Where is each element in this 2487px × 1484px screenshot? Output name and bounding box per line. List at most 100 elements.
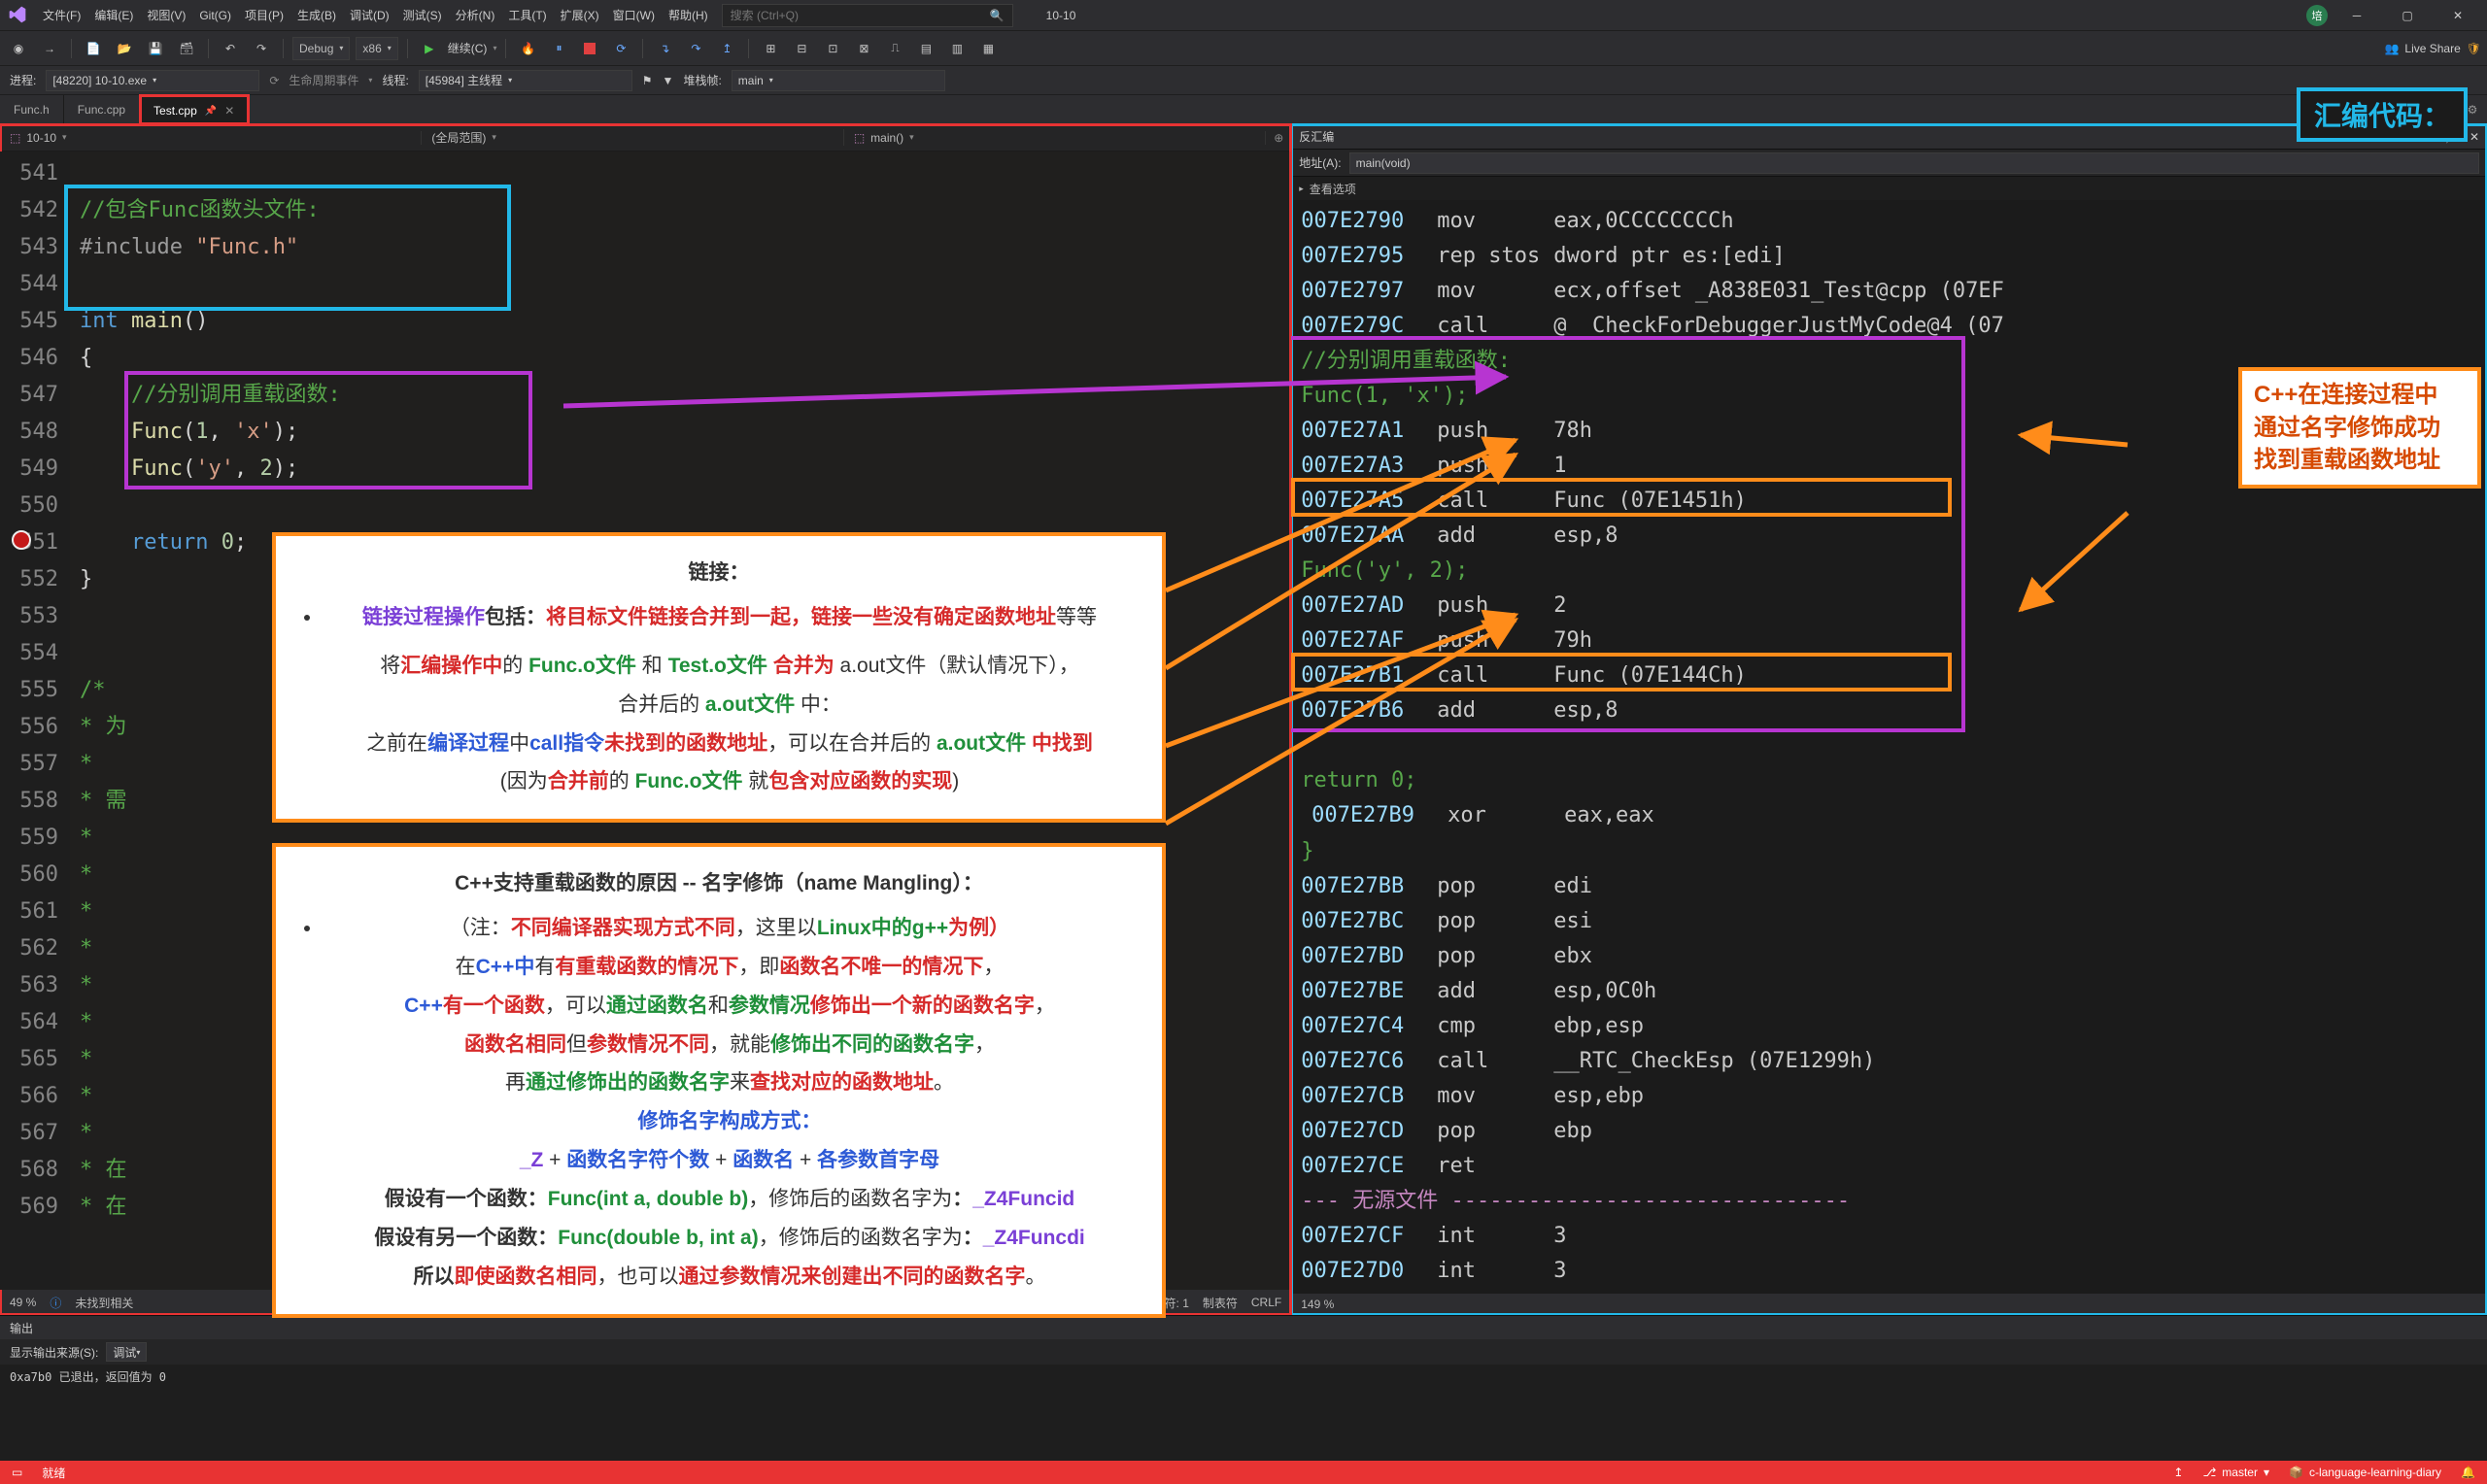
tb-icon-b[interactable]: ⊟: [789, 37, 814, 60]
panel1-title: 链接：: [301, 554, 1137, 592]
hot-reload-icon[interactable]: 🔥: [515, 37, 540, 60]
line-gutter: 5415425435445455465475485495505515525535…: [0, 152, 70, 1290]
process-label: 进程:: [10, 72, 36, 88]
nav-back-icon[interactable]: ◉: [6, 37, 31, 60]
tb-icon-h[interactable]: ▦: [975, 37, 1001, 60]
tb-icon-e[interactable]: ⎍: [882, 37, 907, 60]
menu-view[interactable]: 视图(V): [147, 7, 186, 23]
debug-location-toolbar: 进程: [48220] 10-10.exe▾ ⟳ 生命周期事件▾ 线程: [45…: [0, 66, 2487, 95]
output-title: 输出: [0, 1316, 2487, 1339]
save-icon[interactable]: 💾: [143, 37, 168, 60]
thread-label: 线程:: [382, 72, 408, 88]
saveall-icon[interactable]: 🗃: [174, 37, 199, 60]
nav-fwd-icon[interactable]: →: [37, 37, 62, 60]
step-out-icon[interactable]: ↥: [714, 37, 739, 60]
main-split: ⬚10-10▾ (全局范围)▾ ⬚main()▾ ⊕ 5415425435445…: [0, 124, 2487, 1315]
stackframe-label: 堆栈帧:: [683, 72, 721, 88]
step-over-icon[interactable]: ↷: [683, 37, 708, 60]
disasm-zoom-pct[interactable]: 149 %: [1301, 1298, 1334, 1311]
disasm-options-row[interactable]: ▸查看选项: [1291, 177, 2487, 200]
menu-project[interactable]: 项目(P): [245, 7, 284, 23]
menu-file[interactable]: 文件(F): [43, 7, 81, 23]
statusbar-ready: 就绪: [42, 1465, 65, 1481]
breakpoint-icon[interactable]: [12, 530, 31, 550]
new-icon[interactable]: 📄: [81, 37, 106, 60]
tab-func-cpp[interactable]: Func.cpp: [64, 95, 140, 124]
statusbar-bell-icon[interactable]: 🔔: [2461, 1466, 2475, 1479]
disasm-close-icon[interactable]: ✕: [2470, 130, 2479, 144]
menu-tools[interactable]: 工具(T): [508, 7, 546, 23]
minimize-button[interactable]: ─: [2335, 2, 2378, 29]
continue-label[interactable]: 继续(C): [448, 40, 488, 56]
play-icon[interactable]: ▶: [417, 37, 442, 60]
restart-icon[interactable]: ⟳: [608, 37, 633, 60]
issues-text: 未找到相关: [75, 1295, 133, 1311]
statusbar-branch[interactable]: ⎇ master ▾: [2202, 1466, 2269, 1479]
disasm-addr-input[interactable]: [1349, 152, 2479, 174]
tab-test-cpp[interactable]: Test.cpp📌✕: [140, 95, 249, 124]
menu-analyze[interactable]: 分析(N): [456, 7, 495, 23]
disasm-title-label: 反汇编: [1299, 128, 1334, 145]
menu-window[interactable]: 窗口(W): [613, 7, 655, 23]
output-src-label: 显示输出来源(S):: [10, 1344, 98, 1361]
liveshare-icon[interactable]: 👥: [2384, 42, 2399, 55]
output-window: 输出 显示输出来源(S): 调试▾ 0xa7b0 已退出，返回值为 0: [0, 1315, 2487, 1461]
crumb-function[interactable]: ⬚main()▾: [844, 131, 1266, 145]
assembly-label-annotation: 汇编代码：: [2297, 87, 2468, 142]
redo-icon[interactable]: ↷: [249, 37, 274, 60]
zoom-pct[interactable]: 49 %: [10, 1296, 36, 1309]
disasm-address-row: 地址(A):: [1291, 150, 2487, 177]
tb-icon-d[interactable]: ⊠: [851, 37, 876, 60]
menu-git[interactable]: Git(G): [199, 9, 231, 22]
menu-extensions[interactable]: 扩展(X): [561, 7, 599, 23]
thread-combo[interactable]: [45984] 主线程▾: [419, 70, 632, 91]
menu-debug[interactable]: 调试(D): [350, 7, 390, 23]
output-source-row: 显示输出来源(S): 调试▾: [0, 1339, 2487, 1365]
crumb-project[interactable]: ⬚10-10▾: [0, 131, 422, 145]
tab-func-h[interactable]: Func.h: [0, 95, 64, 124]
search-box[interactable]: 🔍: [722, 4, 1013, 27]
flag-icon[interactable]: ⚑: [642, 74, 653, 87]
process-combo[interactable]: [48220] 10-10.exe▾: [46, 70, 259, 91]
filter-icon[interactable]: ▼: [663, 74, 674, 87]
maximize-button[interactable]: ▢: [2386, 2, 2429, 29]
liveshare-label[interactable]: Live Share: [2404, 42, 2460, 55]
tb-icon-a[interactable]: ⊞: [758, 37, 783, 60]
config-combo[interactable]: Debug▾: [292, 37, 350, 60]
output-text[interactable]: 0xa7b0 已退出，返回值为 0: [0, 1365, 2487, 1461]
disassembly-pane: 反汇编 ▾ 📌 ✕ 地址(A): ▸查看选项 007E2790moveax,0C…: [1291, 124, 2487, 1315]
platform-combo[interactable]: x86▾: [356, 37, 397, 60]
annotation-linking-panel: 链接： 链接过程操作包括：将目标文件链接合并到一起，链接一些没有确定函数地址等等…: [272, 532, 1166, 823]
annotation-mangling-panel: C++支持重载函数的原因 -- 名字修饰（name Mangling）： （注：…: [272, 843, 1166, 1318]
statusbar-repo[interactable]: 📦 c-language-learning-diary: [2289, 1466, 2441, 1479]
pause-icon[interactable]: ⏸: [546, 37, 571, 60]
search-icon: 🔍: [990, 9, 1005, 22]
stop-button[interactable]: [577, 37, 602, 60]
statusbar: ▭ 就绪 ↥ ⎇ master ▾ 📦 c-language-learning-…: [0, 1461, 2487, 1484]
close-button[interactable]: ✕: [2436, 2, 2479, 29]
tb-icon-c[interactable]: ⊡: [820, 37, 845, 60]
stackframe-combo[interactable]: main▾: [732, 70, 945, 91]
tb-icon-g[interactable]: ▥: [944, 37, 970, 60]
split-icon[interactable]: ⊕: [1266, 131, 1291, 145]
undo-icon[interactable]: ↶: [218, 37, 243, 60]
step-into-icon[interactable]: ↴: [652, 37, 677, 60]
eol-mode: CRLF: [1251, 1296, 1281, 1309]
user-badge[interactable]: 培: [2306, 5, 2328, 26]
output-src-combo[interactable]: 调试▾: [106, 1342, 147, 1362]
menu-help[interactable]: 帮助(H): [668, 7, 708, 23]
tb-icon-f[interactable]: ▤: [913, 37, 938, 60]
menubar: 文件(F) 编辑(E) 视图(V) Git(G) 项目(P) 生成(B) 调试(…: [0, 0, 2487, 31]
open-icon[interactable]: 📂: [112, 37, 137, 60]
statusbar-mode-icon: ▭: [12, 1466, 22, 1479]
crumb-scope[interactable]: (全局范围)▾: [422, 129, 843, 146]
search-input[interactable]: [731, 9, 990, 22]
statusbar-add-icon[interactable]: ↥: [2173, 1466, 2183, 1479]
menu-edit[interactable]: 编辑(E): [94, 7, 133, 23]
menu-test[interactable]: 测试(S): [403, 7, 442, 23]
disasm-lines[interactable]: 007E2790moveax,0CCCCCCCCh007E2795rep sto…: [1291, 200, 2487, 1294]
orange-annotation-link: C++在连接过程中通过名字修饰成功找到重载函数地址: [2238, 367, 2481, 489]
panel2-title: C++支持重载函数的原因 -- 名字修饰（name Mangling）：: [301, 864, 1137, 903]
menu-build[interactable]: 生成(B): [297, 7, 336, 23]
lifecycle-icon[interactable]: ⟳: [269, 74, 279, 87]
